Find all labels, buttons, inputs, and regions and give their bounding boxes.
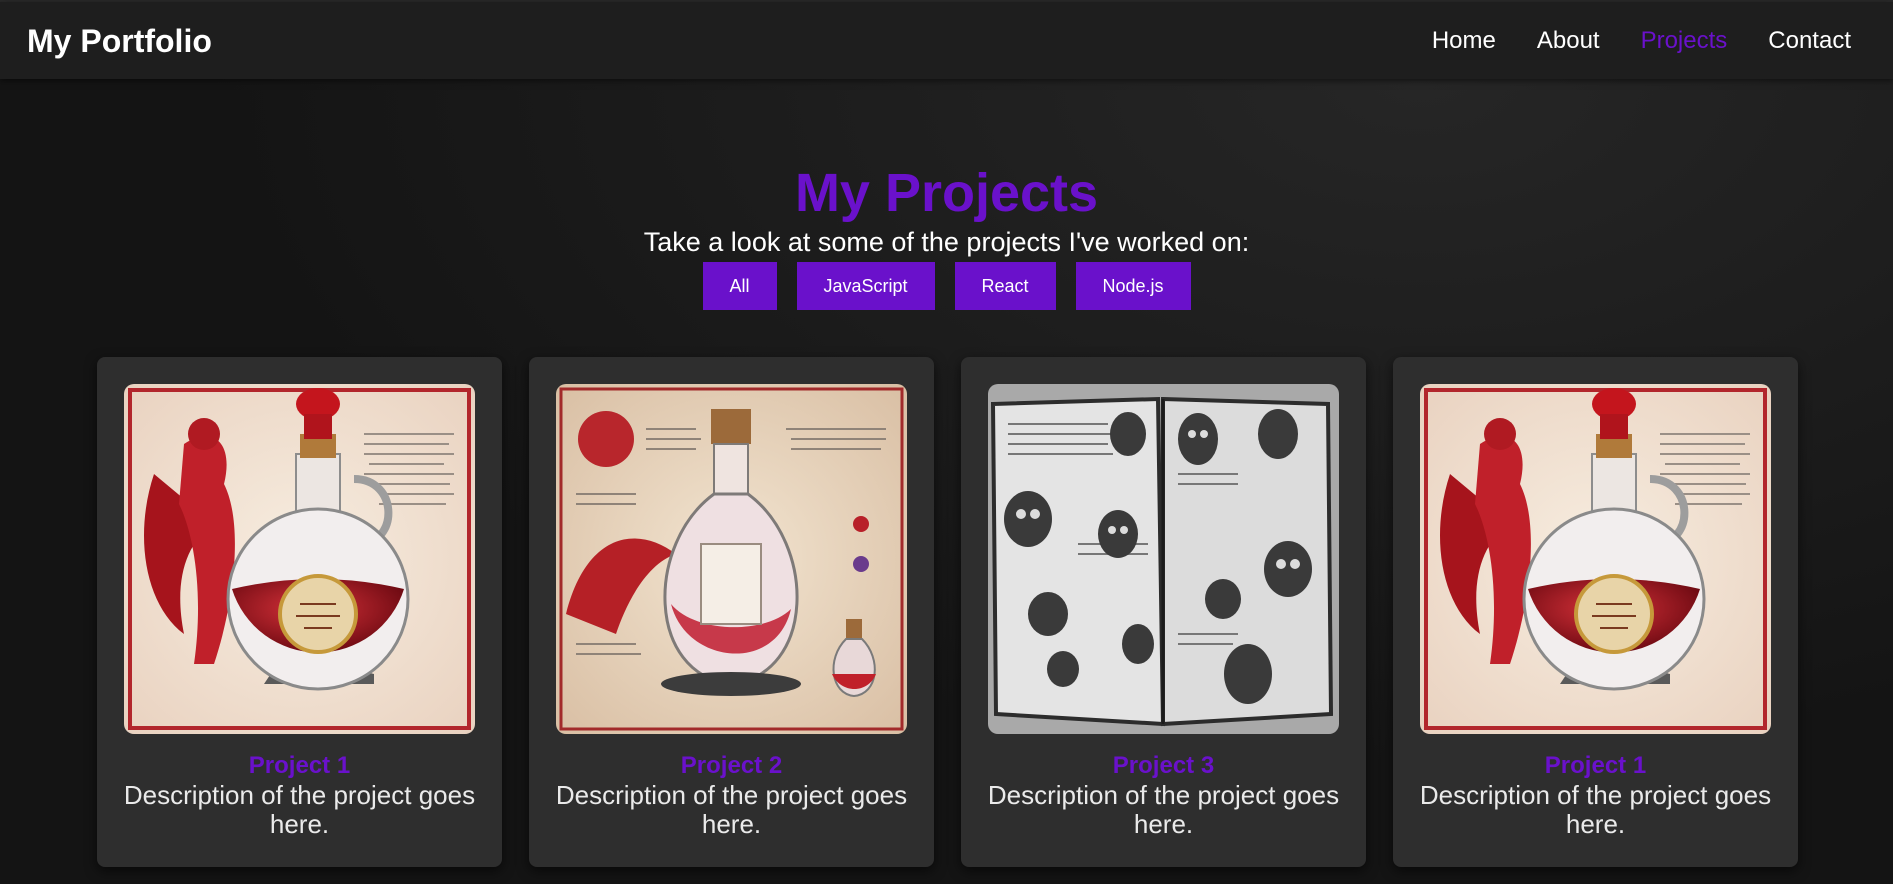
nav-projects-link[interactable]: Projects bbox=[1641, 26, 1728, 56]
skull-sketchbook-illustration bbox=[988, 384, 1339, 734]
projects-grid: Project 1 Description of the project goe… bbox=[97, 357, 1798, 867]
nav-home-link[interactable]: Home bbox=[1432, 26, 1496, 56]
page-subtitle: Take a look at some of the projects I've… bbox=[643, 227, 1250, 257]
project-title[interactable]: Project 1 bbox=[97, 752, 502, 780]
nav-contact-link[interactable]: Contact bbox=[1768, 26, 1851, 56]
site-header: My Portfolio Home About Projects Contact bbox=[0, 2, 1893, 79]
project-image-potion-creation[interactable] bbox=[556, 384, 907, 734]
project-title[interactable]: Project 2 bbox=[529, 752, 934, 780]
project-description: Description of the project goes here. bbox=[987, 780, 1340, 839]
filter-javascript-button[interactable]: JavaScript bbox=[796, 262, 935, 310]
project-description: Description of the project goes here. bbox=[1419, 780, 1772, 839]
filter-bar: All JavaScript React Node.js bbox=[0, 262, 1893, 310]
project-image-dragon-potion[interactable] bbox=[1420, 384, 1771, 734]
project-description: Description of the project goes here. bbox=[123, 780, 476, 839]
main-nav: Home About Projects Contact bbox=[1432, 26, 1851, 56]
project-card[interactable]: Project 2 Description of the project goe… bbox=[529, 357, 934, 867]
filter-react-button[interactable]: React bbox=[954, 262, 1056, 310]
projects-hero: My Projects Take a look at some of the p… bbox=[0, 160, 1893, 258]
project-card[interactable]: Project 1 Description of the project goe… bbox=[1393, 357, 1798, 867]
filter-all-button[interactable]: All bbox=[702, 262, 777, 310]
dragon-potion-illustration bbox=[124, 384, 475, 734]
dragon-potion-illustration bbox=[1420, 384, 1771, 734]
project-card[interactable]: Project 3 Description of the project goe… bbox=[961, 357, 1366, 867]
brand-logo-text[interactable]: My Portfolio bbox=[27, 22, 212, 60]
project-description: Description of the project goes here. bbox=[555, 780, 908, 839]
project-card[interactable]: Project 1 Description of the project goe… bbox=[97, 357, 502, 867]
potion-creation-illustration bbox=[556, 384, 907, 734]
project-title[interactable]: Project 1 bbox=[1393, 752, 1798, 780]
project-image-dragon-potion[interactable] bbox=[124, 384, 475, 734]
project-image-skull-sketchbook[interactable] bbox=[988, 384, 1339, 734]
filter-nodejs-button[interactable]: Node.js bbox=[1075, 262, 1191, 310]
page-title: My Projects bbox=[794, 163, 1099, 223]
project-title[interactable]: Project 3 bbox=[961, 752, 1366, 780]
nav-about-link[interactable]: About bbox=[1537, 26, 1600, 56]
